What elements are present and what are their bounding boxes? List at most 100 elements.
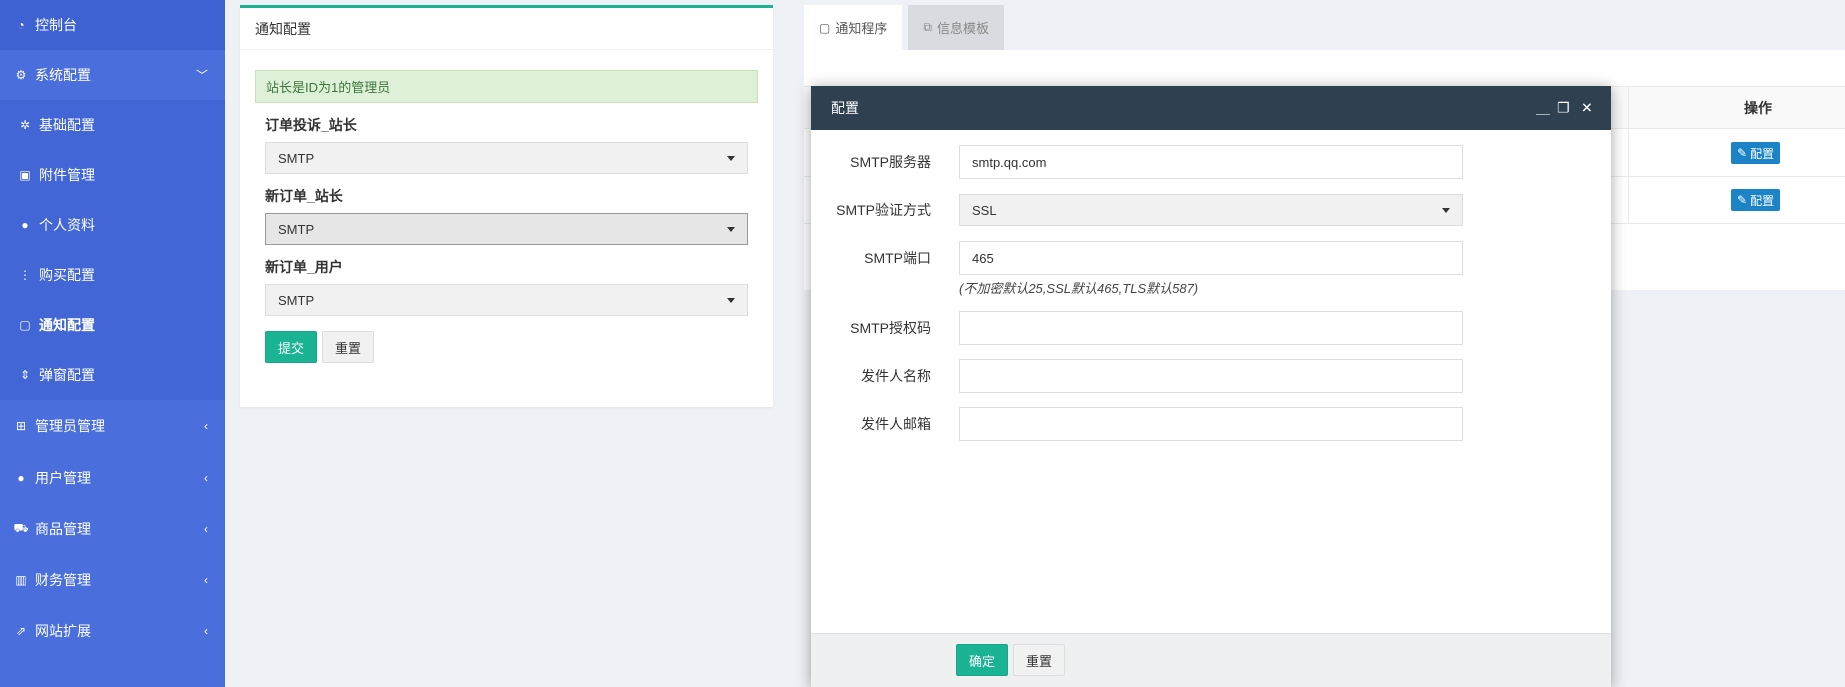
column-divider <box>1628 177 1629 223</box>
sidebar-item-label: 网站扩展 <box>35 622 91 639</box>
user-icon: ● <box>21 218 29 232</box>
confirm-button[interactable]: 确定 <box>956 644 1009 676</box>
sidebar-item-user-manage[interactable]: ● 用户管理 ‹ <box>0 452 225 503</box>
sender-name-input[interactable] <box>959 359 1463 393</box>
windows-icon: ⊞ <box>15 419 27 433</box>
sidebar-item-purchase-config[interactable]: ⋮ 购买配置 <box>0 250 225 300</box>
column-divider <box>1628 130 1629 176</box>
form-group: 新订单_用户 SMTP <box>265 257 748 316</box>
field-label: 发件人名称 <box>861 368 931 384</box>
field-label: SMTP授权码 <box>850 320 931 336</box>
cart-icon: ⛟ <box>13 520 29 535</box>
reset-button[interactable]: 重置 <box>322 331 375 363</box>
pencil-icon: ✎ <box>1737 193 1748 207</box>
sidebar-item-system-config[interactable]: ⚙ 系统配置 ﹀ <box>0 50 225 100</box>
configure-button[interactable]: ✎ 配置 <box>1731 142 1781 164</box>
sidebar-item-profile[interactable]: ● 个人资料 <box>0 200 225 250</box>
copy-icon: ⧉ <box>923 20 932 34</box>
info-alert: 站长是ID为1的管理员 <box>255 70 758 103</box>
tab-label: 信息模板 <box>936 21 989 36</box>
sidebar-item-basic-config[interactable]: ✲ 基础配置 <box>0 100 225 150</box>
tab-label: 通知程序 <box>835 21 888 36</box>
twitch-icon: ▢ <box>819 20 831 35</box>
field-label: 新订单_用户 <box>265 259 343 275</box>
sidebar-item-label: 财务管理 <box>35 571 91 588</box>
smtp-port-input[interactable]: 465 <box>959 241 1463 275</box>
operation-column-header: 操作 <box>1744 99 1772 116</box>
form-row: SMTP服务器 smtp.qq.com <box>811 145 1611 179</box>
sidebar-item-attachments[interactable]: ▣ 附件管理 <box>0 150 225 200</box>
modal-reset-button[interactable]: 重置 <box>1013 644 1066 676</box>
sidebar-item-label: 个人资料 <box>39 217 95 233</box>
field-label: 发件人邮箱 <box>861 416 931 432</box>
sidebar-item-label: 商品管理 <box>35 520 91 537</box>
sidebar-item-label: 通知配置 <box>39 317 95 333</box>
sidebar-item-label: 购买配置 <box>39 267 95 283</box>
sidebar-item-admin-manage[interactable]: ⊞ 管理员管理 ‹ <box>0 400 225 452</box>
trello-icon: ▥ <box>15 572 27 587</box>
close-icon[interactable]: ✕ <box>1581 100 1593 117</box>
tab-message-template[interactable]: ⧉ 信息模板 <box>908 5 1004 50</box>
button-label: 配置 <box>1750 193 1775 208</box>
sidebar-item-finance-manage[interactable]: ▥ 财务管理 ‹ <box>0 554 225 605</box>
chevron-down-icon: ﹀ <box>195 68 208 83</box>
configure-button[interactable]: ✎ 配置 <box>1731 189 1781 211</box>
smtp-auth-select[interactable]: SSL <box>959 194 1463 226</box>
sidebar-item-goods-manage[interactable]: ⛟ 商品管理 ‹ <box>0 503 225 554</box>
smtp-auth-code-input[interactable] <box>959 311 1463 345</box>
caret-down-icon <box>727 227 735 232</box>
select-value: SMTP <box>278 221 315 237</box>
sidebar-item-label: 基础配置 <box>39 117 95 133</box>
field-label: 新订单_站长 <box>265 188 343 204</box>
chevron-left-icon: ‹ <box>204 419 208 433</box>
sidebar-item-label: 弹窗配置 <box>39 367 95 383</box>
sidebar-item-popup-config[interactable]: ⇕ 弹窗配置 <box>0 350 225 400</box>
chevron-left-icon: ‹ <box>204 623 208 638</box>
form-row: SMTP验证方式 SSL <box>811 194 1611 226</box>
chevron-left-icon: ‹ <box>204 521 208 536</box>
tab-notify-program[interactable]: ▢ 通知程序 <box>804 5 903 50</box>
dashboard-icon: ◔ <box>17 18 25 32</box>
sort-icon: ⇕ <box>19 368 31 382</box>
maximize-icon[interactable]: ❐ <box>1557 100 1570 117</box>
notify-config-panel: 通知配置 站长是ID为1的管理员 订单投诉_站长 SMTP 新订单_站长 SMT… <box>240 5 773 407</box>
smtp-server-input[interactable]: smtp.qq.com <box>959 145 1463 179</box>
chevron-left-icon: ‹ <box>204 572 208 587</box>
column-divider <box>1628 87 1629 128</box>
twitch-icon: ▢ <box>19 318 31 332</box>
sender-email-input[interactable] <box>959 407 1463 441</box>
sidebar-item-dashboard[interactable]: ◔ 控制台 <box>0 0 225 50</box>
sidebar-item-notify-config[interactable]: ▢ 通知配置 <box>0 300 225 350</box>
config-modal: 配置 ＿ ❐ ✕ SMTP服务器 smtp.qq.com SMTP验证方式 SS… <box>811 86 1611 687</box>
field-label: SMTP端口 <box>864 250 931 266</box>
form-row: SMTP端口 465 <box>811 241 1611 275</box>
caret-down-icon <box>1442 208 1450 213</box>
select-value: SMTP <box>278 150 315 166</box>
cogs-icon: ⚙ <box>15 68 27 82</box>
chevron-left-icon: ‹ <box>204 470 208 485</box>
sidebar-item-label: 管理员管理 <box>35 418 105 434</box>
modal-title: 配置 <box>831 100 859 116</box>
panel-title: 通知配置 <box>240 8 773 50</box>
button-label: 配置 <box>1750 146 1775 161</box>
sidebar: ◔ 控制台 ⚙ 系统配置 ﹀ ✲ 基础配置 ▣ 附件管理 ● 个人资料 ⋮ 购买… <box>0 0 225 687</box>
field-label: SMTP服务器 <box>850 154 931 170</box>
select-value: SSL <box>972 202 997 218</box>
image-file-icon: ▣ <box>19 168 31 182</box>
modal-header: 配置 ＿ ❐ ✕ <box>811 86 1611 130</box>
submit-button[interactable]: 提交 <box>265 331 318 363</box>
order-complaint-admin-select[interactable]: SMTP <box>265 142 748 174</box>
new-order-admin-select[interactable]: SMTP <box>265 213 748 245</box>
caret-down-icon <box>727 156 735 161</box>
vertical-dots-icon: ⋮ <box>19 268 31 282</box>
new-order-user-select[interactable]: SMTP <box>265 284 748 316</box>
sidebar-item-label: 附件管理 <box>39 167 95 183</box>
field-label: SMTP验证方式 <box>836 202 931 218</box>
select-value: SMTP <box>278 292 315 308</box>
modal-buttons: 确定 重置 <box>956 644 1066 676</box>
form-group: 订单投诉_站长 SMTP <box>265 115 748 174</box>
minimize-icon[interactable]: ＿ <box>1536 98 1550 118</box>
form-row: 发件人邮箱 <box>811 407 1611 441</box>
sidebar-item-site-extension[interactable]: ⇗ 网站扩展 ‹ <box>0 605 225 656</box>
pencil-icon: ✎ <box>1737 146 1748 160</box>
